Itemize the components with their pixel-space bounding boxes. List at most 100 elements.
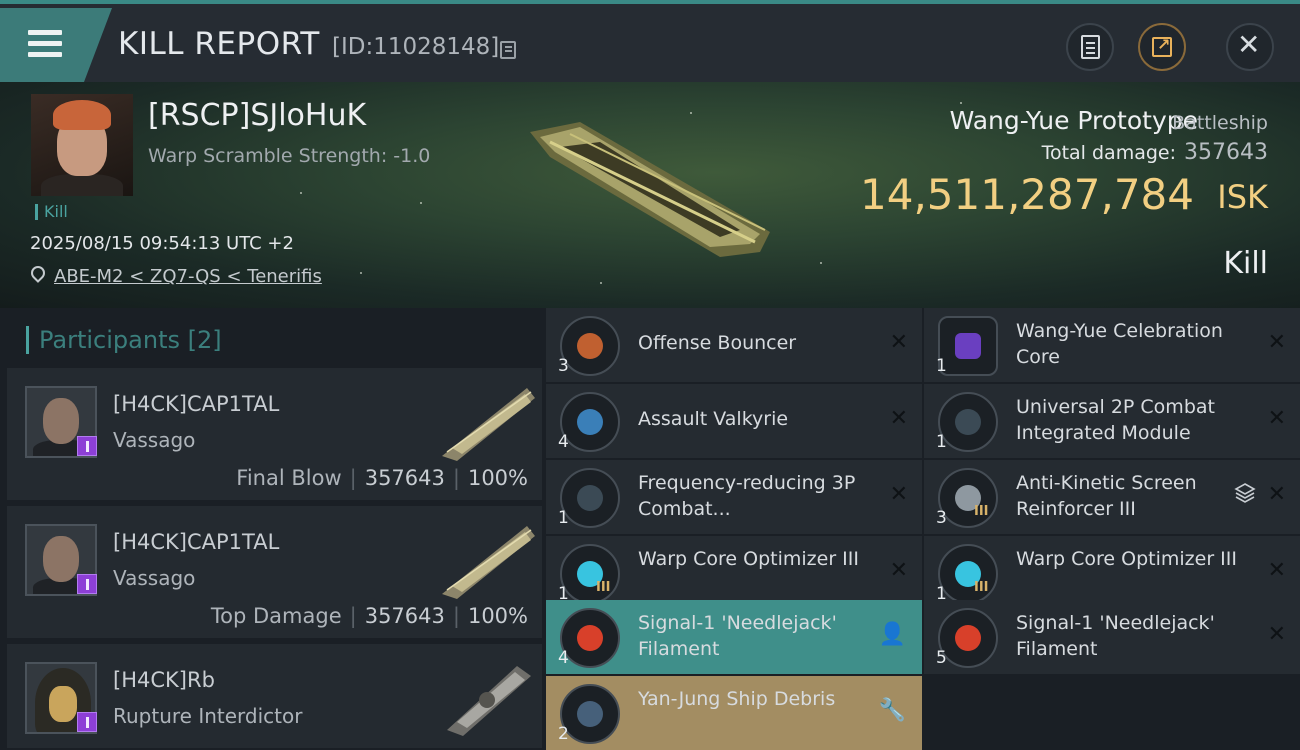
- filament-icon: [938, 608, 998, 668]
- kill-location-link[interactable]: ABE-M2 < ZQ7-QS < Tenerifis: [54, 266, 322, 287]
- participant-stats: Final Blow | 357643 | 100%: [236, 466, 528, 490]
- item-name: Universal 2P Combat Integrated Module: [1016, 396, 1215, 444]
- item-quantity: 5: [936, 648, 947, 668]
- tech-badge-icon: [77, 712, 97, 732]
- victim-ship-name[interactable]: Wang-Yue Prototype: [950, 106, 1198, 135]
- item-name: Anti-Kinetic Screen Reinforcer III: [1016, 472, 1197, 520]
- item-row[interactable]: 5 Signal-1 'Needlejack' Filament ✕: [924, 600, 1300, 674]
- victim-ship-image: [530, 122, 770, 257]
- drone-icon: [560, 392, 620, 452]
- item-name: Signal-1 'Needlejack' Filament: [638, 612, 837, 660]
- module-icon: [560, 468, 620, 528]
- warp-scramble-strength: Warp Scramble Strength: -1.0: [148, 145, 431, 167]
- menu-button[interactable]: [0, 8, 112, 82]
- item-row[interactable]: 1 Universal 2P Combat Integrated Module …: [924, 384, 1300, 458]
- destroyed-icon: ✕: [1267, 558, 1286, 583]
- item-quantity: 1: [936, 356, 947, 376]
- participants-count: [2]: [187, 326, 222, 354]
- item-row[interactable]: 2 Yan-Jung Ship Debris 🔧: [546, 676, 922, 750]
- meta-level: III: [974, 580, 989, 595]
- participant-row[interactable]: [H4CK]CAP1TAL Vassago Top Damage | 357643 |…: [7, 506, 542, 640]
- optimizer-icon: [938, 544, 998, 604]
- item-name: Signal-1 'Needlejack' Filament: [1016, 612, 1215, 660]
- participant-ship: Vassago: [113, 566, 196, 590]
- participants-header: Participants [2]: [26, 326, 222, 354]
- report-id: [ID:11028148]: [332, 34, 500, 60]
- kill-tag: Kill: [35, 204, 68, 220]
- victim-name[interactable]: [RSCP]SJloHuK: [148, 98, 366, 133]
- isk-unit: ISK: [1217, 178, 1268, 216]
- meta-level: III: [974, 504, 989, 519]
- participant-percent: 100%: [467, 466, 528, 490]
- total-damage-label: Total damage:: [1041, 142, 1176, 164]
- item-quantity: 3: [558, 356, 569, 376]
- bouncer-icon: [560, 316, 620, 376]
- copy-id-icon[interactable]: [500, 41, 516, 59]
- close-icon: ✕: [1237, 28, 1261, 61]
- participants-title: Participants: [39, 326, 180, 354]
- victim-portrait[interactable]: [31, 94, 133, 196]
- item-row[interactable]: 1 Frequency-reducing 3P Combat... ✕: [546, 460, 922, 534]
- participant-name: [H4CK]Rb: [113, 668, 215, 692]
- item-name: Wang-Yue Celebration Core: [1016, 320, 1223, 368]
- participant-damage: 357643: [364, 604, 445, 628]
- item-quantity: 3: [936, 508, 947, 528]
- isk-value: 14,511,287,784: [860, 170, 1194, 219]
- item-row[interactable]: III 1 Warp Core Optimizer III ✕: [546, 536, 922, 610]
- victim-ship-class: Battleship: [1172, 112, 1268, 134]
- participant-name: [H4CK]CAP1TAL: [113, 392, 280, 416]
- items-panel: 3 Offense Bouncer ✕ 4 Assault Valkyrie ✕…: [542, 308, 1300, 750]
- participant-ship: Vassago: [113, 428, 196, 452]
- participants-panel: Participants [2] [H4CK]CAP1TAL Vassago F…: [0, 308, 542, 750]
- item-row[interactable]: 4 Assault Valkyrie ✕: [546, 384, 922, 458]
- clipboard-button[interactable]: [1066, 23, 1114, 71]
- destroyed-icon: ✕: [1267, 406, 1286, 431]
- destroyed-icon: ✕: [889, 406, 908, 431]
- destroyed-icon: ✕: [889, 482, 908, 507]
- item-name: Yan-Jung Ship Debris: [638, 688, 836, 710]
- participant-damage: 357643: [364, 466, 445, 490]
- top-bar: KILL REPORT [ID:11028148] ✕: [0, 0, 1300, 82]
- item-name: Offense Bouncer: [638, 332, 797, 354]
- participant-name: [H4CK]CAP1TAL: [113, 530, 280, 554]
- share-button[interactable]: [1138, 23, 1186, 71]
- participant-role: Top Damage: [210, 604, 342, 628]
- item-row[interactable]: III 1 Warp Core Optimizer III ✕: [924, 536, 1300, 610]
- destroyed-icon: ✕: [1267, 482, 1286, 507]
- item-quantity: 1: [558, 508, 569, 528]
- item-row[interactable]: 1 Wang-Yue Celebration Core ✕: [924, 308, 1300, 382]
- destroyed-icon: ✕: [1267, 330, 1286, 355]
- participant-ship: Rupture Interdictor: [113, 704, 303, 728]
- kill-datetime: 2025/08/15 09:54:13 UTC +2: [30, 233, 294, 254]
- item-quantity: 4: [558, 648, 569, 668]
- participant-row[interactable]: [H4CK]Rb Rupture Interdictor: [7, 644, 542, 750]
- item-name: Frequency-reducing 3P Combat...: [638, 472, 856, 520]
- core-icon: [938, 316, 998, 376]
- stack-layers-icon[interactable]: [1234, 482, 1256, 504]
- kill-result-label: Kill: [1223, 246, 1268, 281]
- close-button[interactable]: ✕: [1226, 23, 1274, 71]
- victim-summary: [RSCP]SJloHuK Warp Scramble Strength: -1…: [0, 82, 1300, 308]
- total-damage-value: 357643: [1184, 140, 1268, 165]
- participant-stats: Top Damage | 357643 | 100%: [210, 604, 528, 628]
- clipboard-icon: [1081, 35, 1100, 59]
- reinforcer-icon: [938, 468, 998, 528]
- item-row[interactable]: 4 Signal-1 'Needlejack' Filament 👤: [546, 600, 922, 674]
- dropped-person-icon: 👤: [878, 622, 906, 647]
- module-icon: [938, 392, 998, 452]
- tech-badge-icon: [77, 436, 97, 456]
- optimizer-icon: [560, 544, 620, 604]
- item-name: Warp Core Optimizer III: [638, 548, 859, 570]
- participant-percent: 100%: [467, 604, 528, 628]
- participant-role: Final Blow: [236, 466, 342, 490]
- hamburger-menu-icon: [28, 30, 62, 58]
- participant-row[interactable]: [H4CK]CAP1TAL Vassago Final Blow | 357643 |…: [7, 368, 542, 502]
- item-row[interactable]: III 3 Anti-Kinetic Screen Reinforcer III…: [924, 460, 1300, 534]
- participant-ship-image: [442, 526, 535, 599]
- page-title: KILL REPORT: [118, 26, 320, 62]
- meta-level: III: [596, 580, 611, 595]
- location-pin-icon: [28, 263, 48, 283]
- participant-ship-image: [442, 388, 535, 461]
- item-row[interactable]: 3 Offense Bouncer ✕: [546, 308, 922, 382]
- tech-badge-icon: [77, 574, 97, 594]
